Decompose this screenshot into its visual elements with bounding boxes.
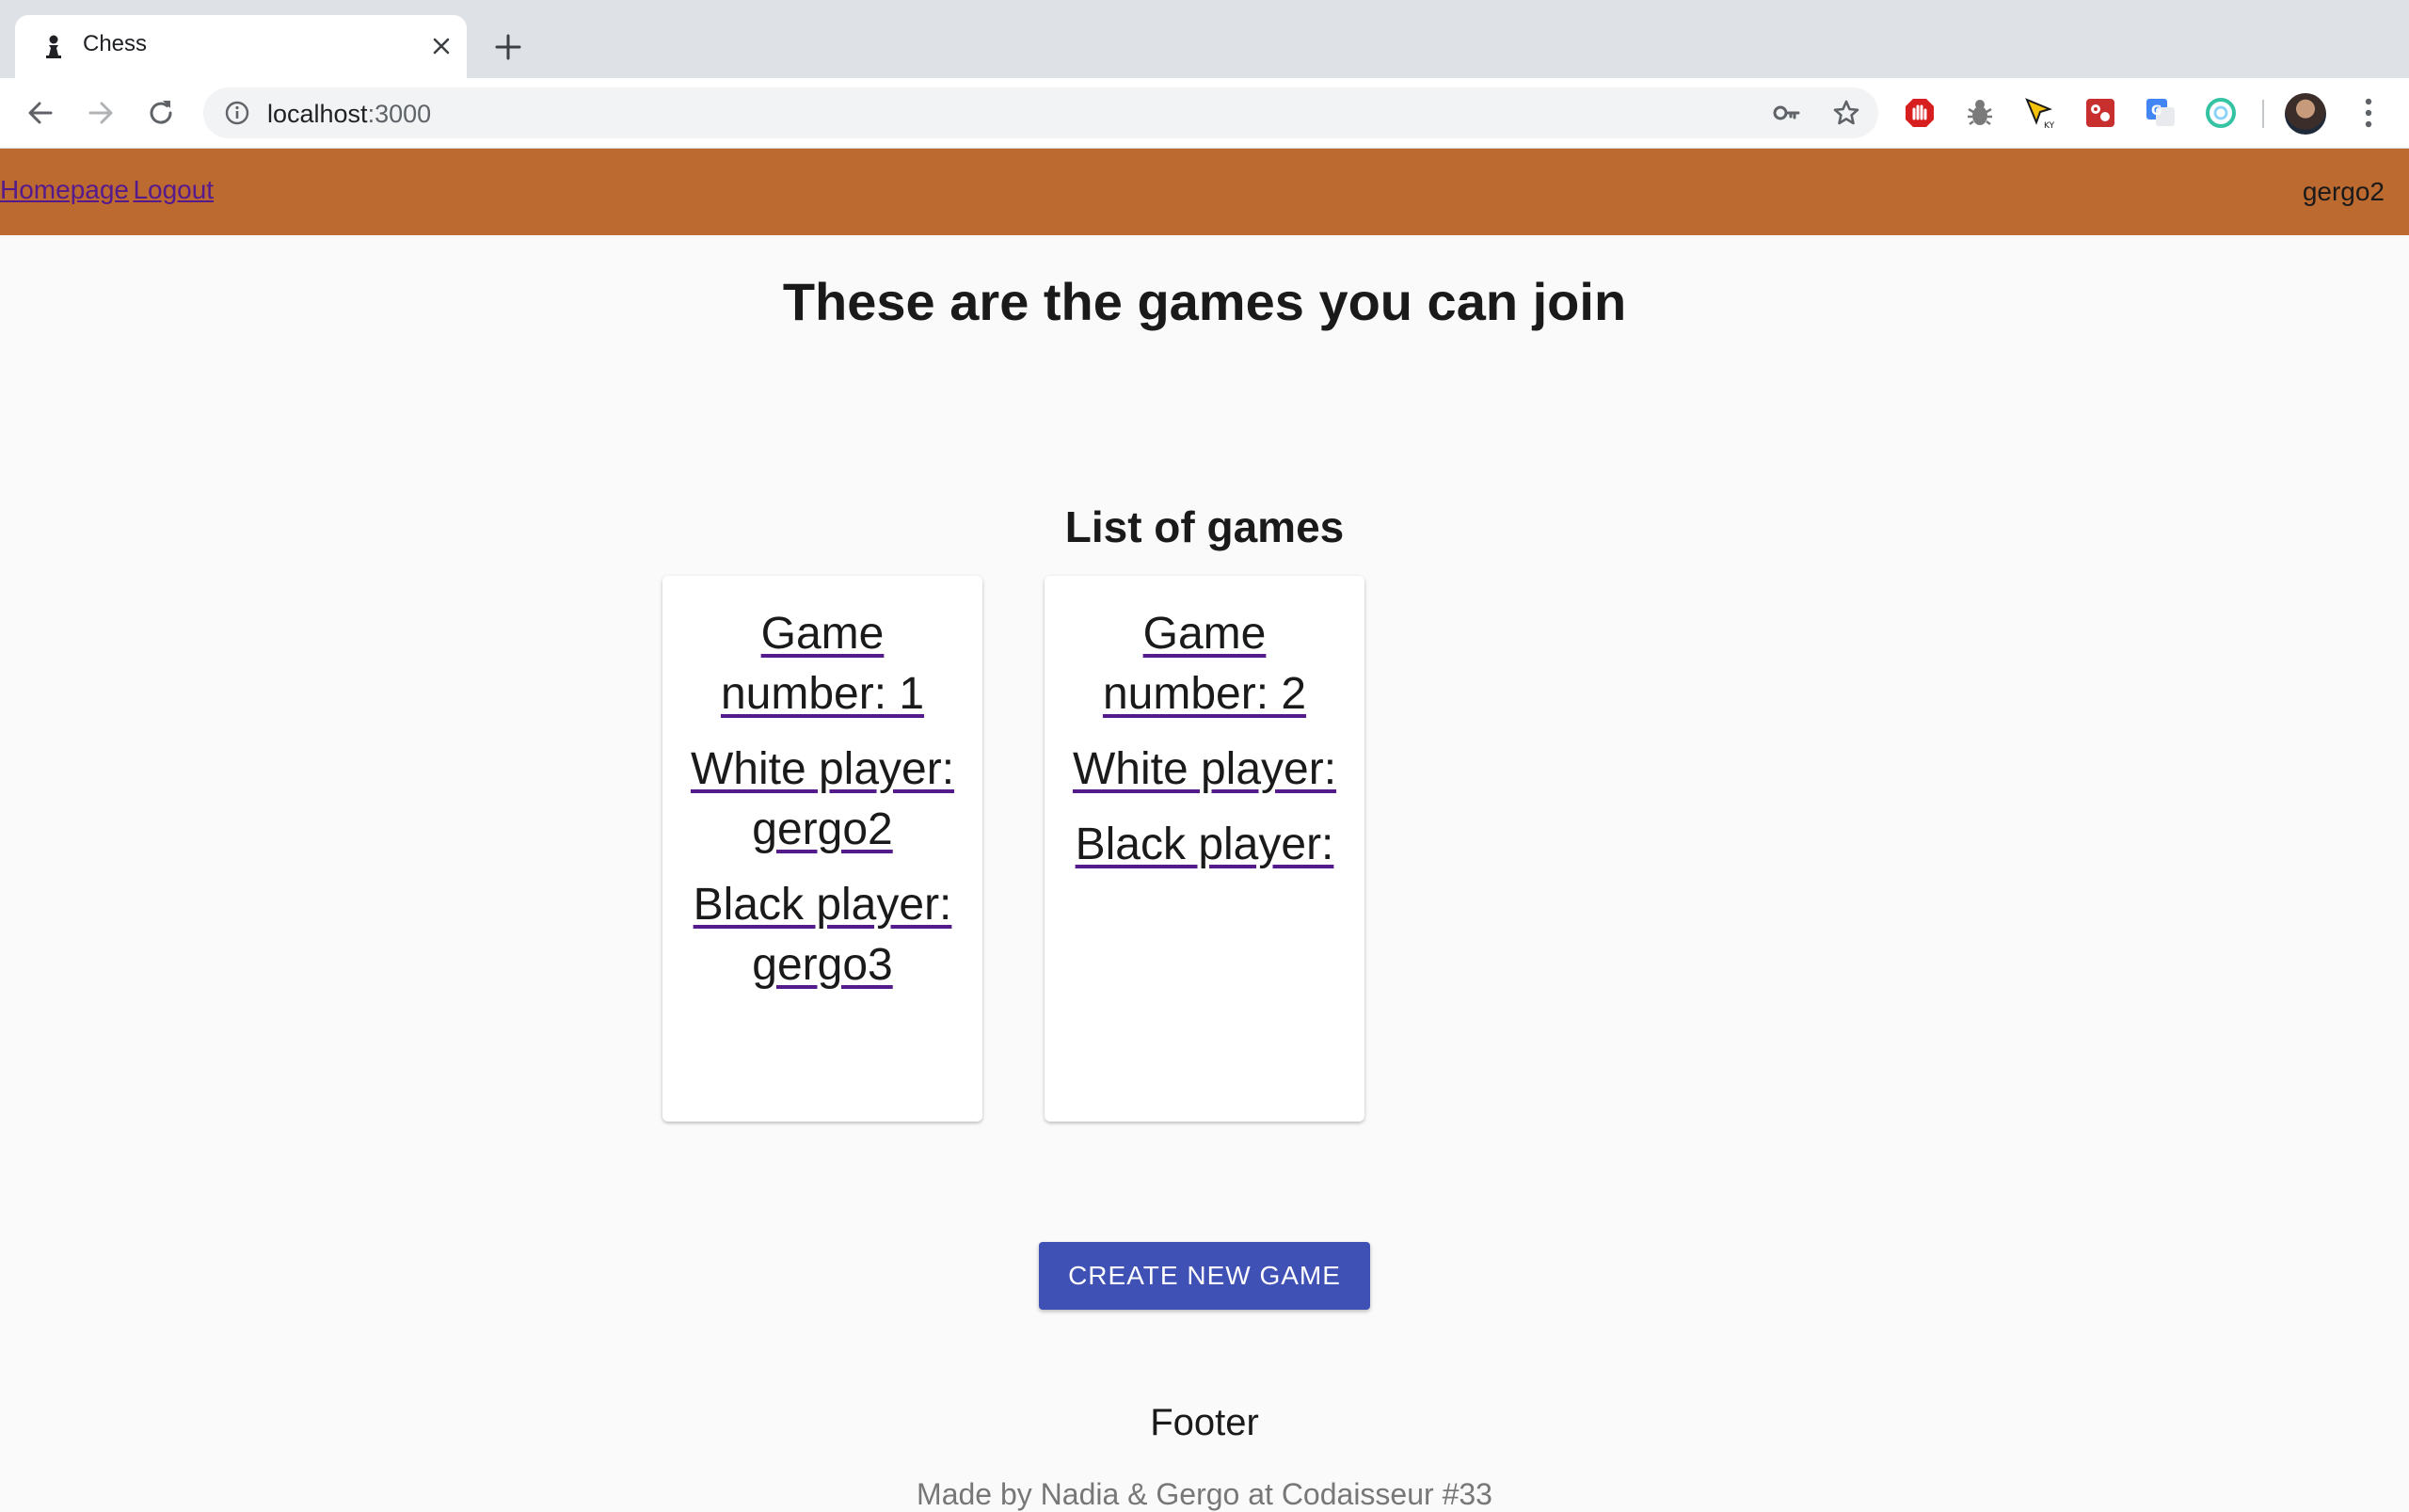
browser-tab-strip: Chess: [0, 0, 2409, 78]
app-header: Homepage Logout gergo2: [0, 149, 2409, 235]
homepage-link[interactable]: Homepage: [0, 175, 129, 204]
plus-icon[interactable]: [491, 30, 525, 64]
list-title: List of games: [1064, 502, 1345, 551]
header-nav: Homepage Logout: [0, 175, 214, 205]
bug-icon[interactable]: [1963, 96, 1997, 130]
circle-extension-icon[interactable]: [2204, 96, 2238, 130]
game-card[interactable]: Game number: 2 White player: Black playe…: [1045, 576, 1364, 1122]
black-player-link[interactable]: Black player: gergo3: [678, 875, 967, 995]
menu-dots-icon[interactable]: [2354, 93, 2383, 133]
forward-icon[interactable]: [83, 95, 119, 131]
game-number-link[interactable]: Game number: 1: [678, 604, 967, 724]
extension-icon[interactable]: [2083, 96, 2117, 130]
browser-toolbar: localhost:3000 KY G: [0, 78, 2409, 149]
game-card[interactable]: Game number: 1 White player: gergo2 Blac…: [662, 576, 982, 1122]
logout-link[interactable]: Logout: [133, 175, 214, 204]
black-player-link[interactable]: Black player:: [1060, 815, 1349, 875]
cursor-icon[interactable]: KY: [2023, 96, 2057, 130]
url-text: localhost:3000: [267, 100, 431, 129]
avatar[interactable]: [2285, 93, 2326, 135]
url-port: :3000: [367, 100, 432, 128]
page-title: These are the games you can join: [782, 272, 1627, 331]
url-host: localhost: [267, 100, 368, 128]
address-bar[interactable]: localhost:3000: [203, 88, 1878, 138]
white-player-link[interactable]: White player: gergo2: [678, 740, 967, 860]
close-icon[interactable]: [427, 32, 455, 60]
star-icon[interactable]: [1831, 98, 1861, 128]
ublock-icon[interactable]: [1903, 96, 1937, 130]
footer-title: Footer: [1150, 1402, 1259, 1443]
back-icon[interactable]: [23, 95, 58, 131]
browser-tab[interactable]: Chess: [15, 15, 467, 78]
chess-pawn-icon: [46, 35, 61, 58]
info-icon[interactable]: [224, 100, 250, 126]
footer-credit: Made by Nadia & Gergo at Codaisseur #33: [917, 1477, 1492, 1511]
key-icon[interactable]: [1771, 98, 1801, 128]
svg-text:G: G: [2151, 103, 2162, 119]
tab-title: Chess: [83, 31, 148, 56]
username: gergo2: [2302, 177, 2385, 206]
create-new-game-button[interactable]: CREATE NEW GAME: [1039, 1242, 1370, 1310]
reload-icon[interactable]: [143, 95, 179, 131]
game-number-link[interactable]: Game number: 2: [1060, 604, 1349, 724]
white-player-link[interactable]: White player:: [1060, 740, 1349, 800]
toolbar-divider: [2262, 100, 2264, 128]
svg-text:KY: KY: [2044, 121, 2055, 130]
translate-icon[interactable]: G: [2144, 96, 2178, 130]
